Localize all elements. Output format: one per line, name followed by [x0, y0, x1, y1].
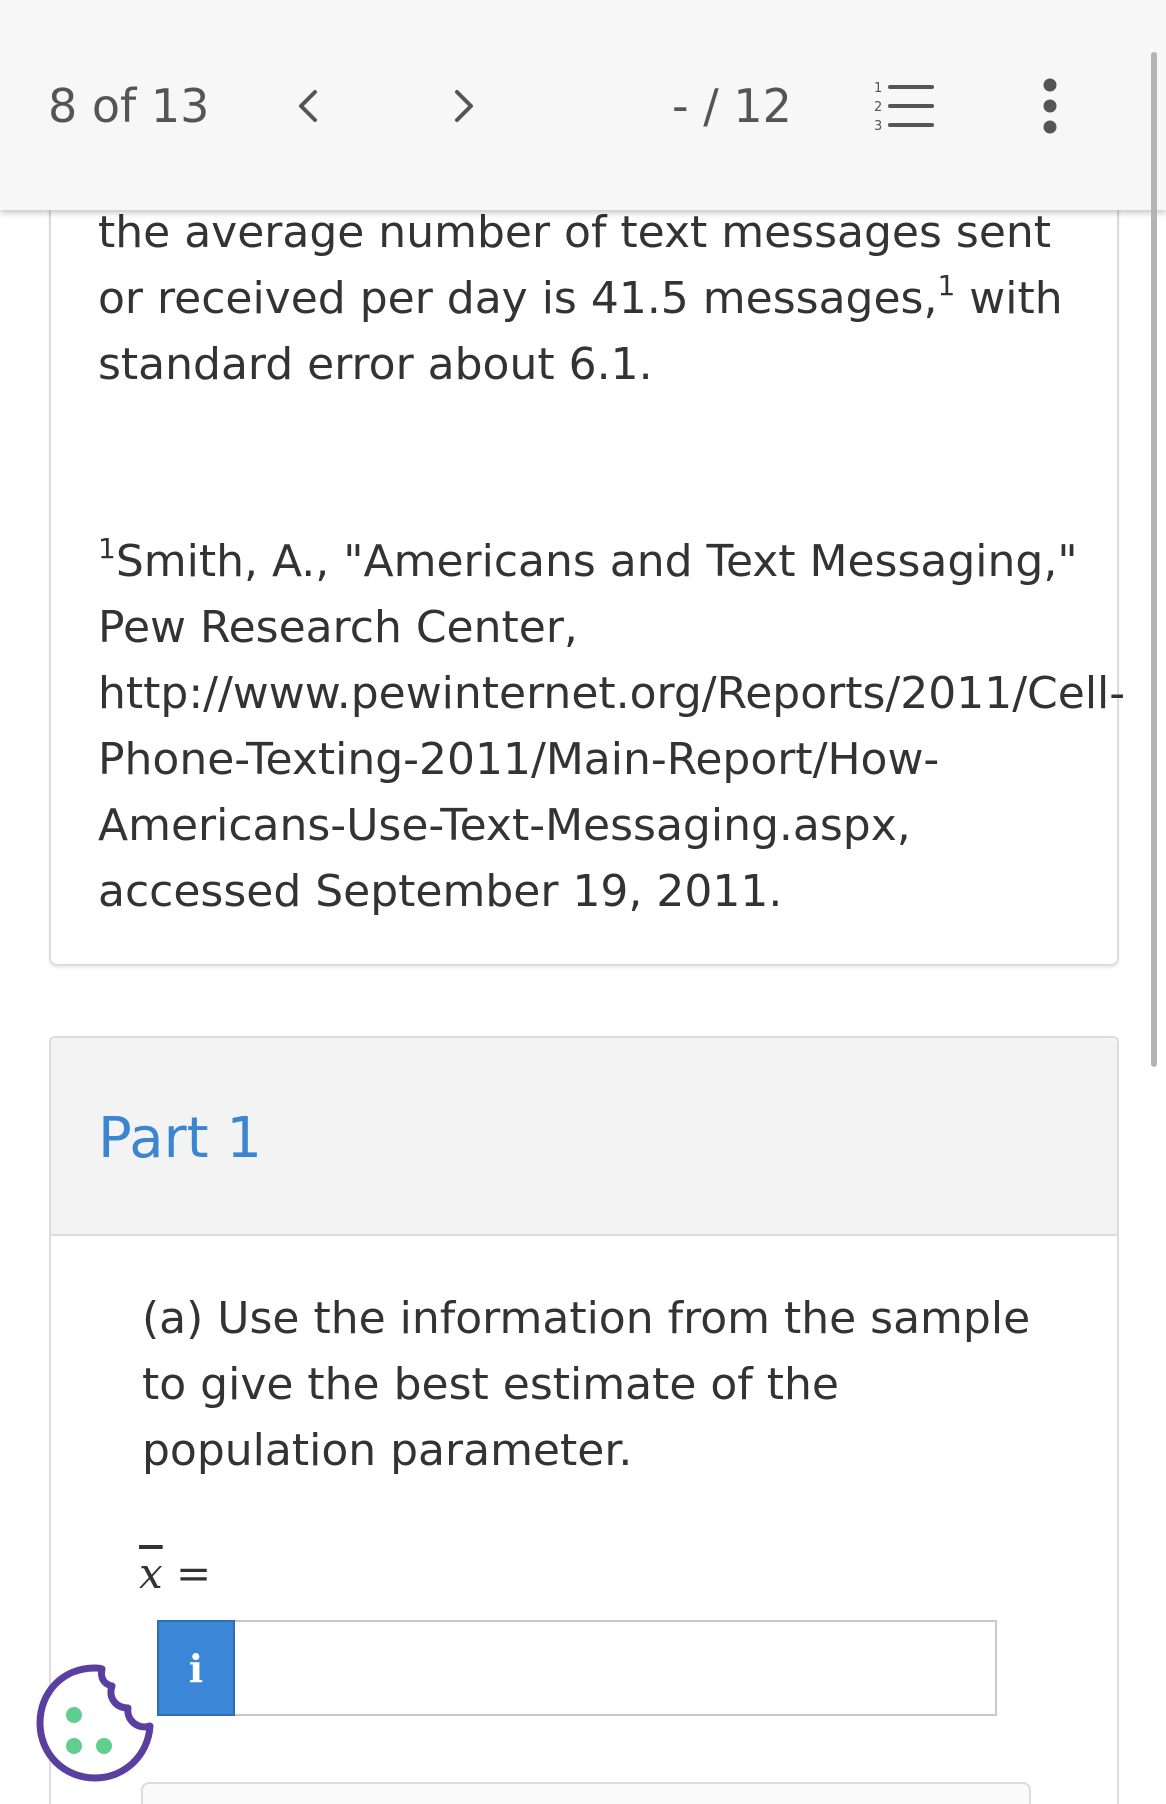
score-display: - / 12: [672, 79, 792, 133]
footnote-url-line: Phone-Texting-2011/Main-Report/How-: [98, 734, 940, 785]
footnote-accessed-line: accessed September 19, 2011.: [98, 866, 783, 917]
answer-input[interactable]: [235, 1620, 997, 1716]
footnote-url-line: Americans-Use-Text-Messaging.aspx,: [98, 800, 911, 851]
footnote-reference: 1: [937, 269, 956, 303]
svg-text:2: 2: [874, 100, 882, 115]
next-input-box[interactable]: [141, 1782, 1031, 1804]
problem-card: the average number of text messages sent…: [49, 150, 1125, 966]
info-button[interactable]: i: [157, 1620, 235, 1716]
next-question-button[interactable]: [434, 76, 494, 136]
previous-question-button[interactable]: [278, 76, 338, 136]
chevron-right-icon: [455, 90, 473, 122]
question-text: (a) Use the information from the sample …: [142, 1293, 1031, 1476]
problem-text: the average number of text messages sent…: [98, 200, 1098, 398]
svg-text:1: 1: [874, 81, 882, 96]
question-counter: 8 of 13: [48, 79, 210, 133]
part-title: Part 1: [98, 1106, 262, 1171]
page: 8 of 13 - / 12 1 2 3 the average number …: [0, 0, 1166, 1804]
footnote-citation: Smith, A., "Americans and Text Messaging…: [115, 536, 1078, 587]
footnote-line: 1Smith, A., "Americans and Text Messagin…: [98, 529, 1128, 595]
part-header: Part 1: [51, 1038, 1117, 1236]
answer-row: i: [157, 1620, 997, 1716]
footnote: 1Smith, A., "Americans and Text Messagin…: [98, 529, 1128, 925]
footnote-line: Pew Research Center,: [98, 602, 578, 653]
part-1-card: Part 1 (a) Use the information from the …: [49, 1036, 1119, 1804]
x-bar-label: x =: [139, 1546, 211, 1602]
footnote-url-line: http://www.pewinternet.org/Reports/2011/…: [98, 668, 1126, 719]
more-vertical-icon[interactable]: [1030, 78, 1070, 134]
footnote-marker: 1: [98, 532, 116, 566]
numbered-list-icon[interactable]: 1 2 3: [872, 78, 934, 134]
x-bar-symbol: x: [139, 1549, 163, 1598]
scrollbar[interactable]: [1151, 52, 1157, 1067]
equals-sign: =: [176, 1549, 212, 1598]
top-nav-bar: 8 of 13 - / 12 1 2 3: [0, 0, 1166, 210]
problem-text-main: the average number of text messages sent…: [98, 207, 1052, 324]
cookie-icon[interactable]: [32, 1660, 158, 1786]
svg-text:3: 3: [874, 119, 882, 134]
info-icon: i: [188, 1645, 204, 1691]
chevron-left-icon: [299, 90, 317, 122]
